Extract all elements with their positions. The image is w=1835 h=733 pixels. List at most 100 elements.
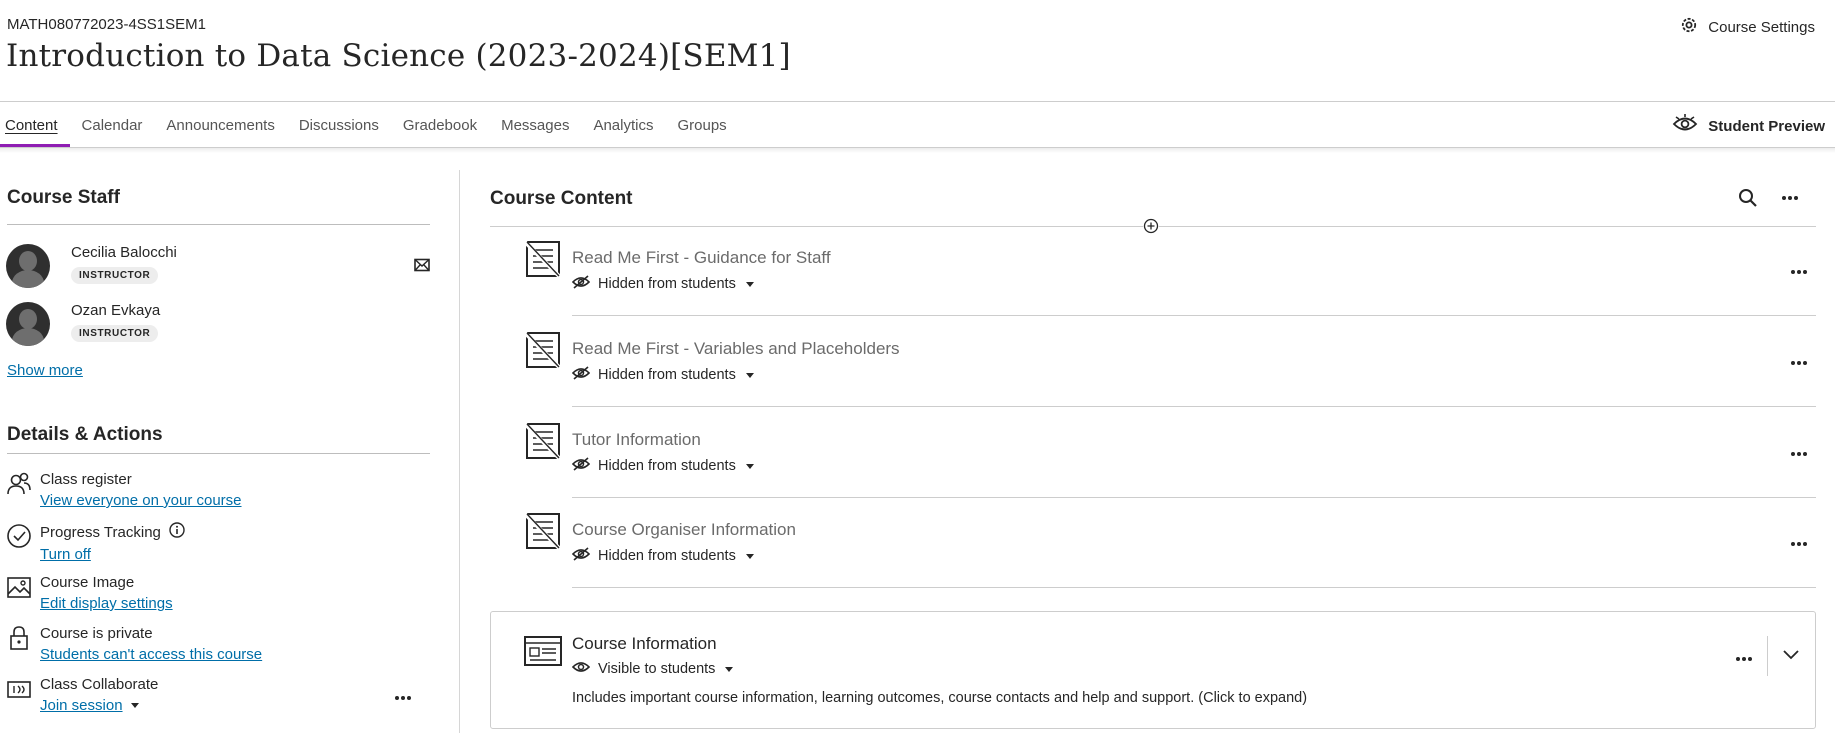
visibility-label: Hidden from students xyxy=(598,548,736,564)
course-private-label: Course is private xyxy=(40,625,153,642)
tab-groups[interactable]: Groups xyxy=(665,102,738,148)
eye-slash-icon xyxy=(571,547,591,565)
more-options-icon[interactable] xyxy=(1735,649,1753,667)
course-settings-label: Course Settings xyxy=(1708,18,1815,36)
show-more-link[interactable]: Show more xyxy=(7,362,83,379)
document-hidden-icon xyxy=(523,238,563,285)
content-item-title[interactable]: Read Me First - Variables and Placeholde… xyxy=(572,339,900,359)
role-badge: INSTRUCTOR xyxy=(71,267,159,284)
folder-separator xyxy=(1767,636,1768,676)
more-options-icon[interactable] xyxy=(1781,188,1799,213)
edit-display-settings-link[interactable]: Edit display settings xyxy=(40,595,173,612)
staff-member: Cecilia Balocchi INSTRUCTOR xyxy=(6,244,436,288)
caret-down-icon xyxy=(725,666,734,672)
class-collaborate-action: Class Collaborate Join session xyxy=(6,676,158,714)
folder-title[interactable]: Course Information xyxy=(572,634,717,654)
mail-icon[interactable] xyxy=(414,258,430,277)
visibility-dropdown[interactable]: Hidden from students xyxy=(571,547,754,565)
content-item-title[interactable]: Course Organiser Information xyxy=(572,520,796,540)
more-options-icon[interactable] xyxy=(1790,353,1808,371)
course-settings-button[interactable]: Course Settings xyxy=(1680,16,1815,38)
progress-tracking-label: Progress Tracking xyxy=(40,523,161,541)
student-preview-button[interactable]: Student Preview xyxy=(1672,114,1825,138)
caret-down-icon xyxy=(745,281,754,287)
check-circle-icon xyxy=(6,522,32,548)
document-hidden-icon xyxy=(523,420,563,467)
visibility-dropdown[interactable]: Hidden from students xyxy=(571,275,754,293)
caret-down-icon xyxy=(745,553,754,559)
eye-slash-icon xyxy=(571,275,591,293)
visibility-label: Hidden from students xyxy=(598,276,736,292)
view-everyone-link[interactable]: View everyone on your course xyxy=(40,492,242,509)
details-actions-heading: Details & Actions xyxy=(7,424,163,445)
avatar[interactable] xyxy=(6,244,50,288)
page-title: Introduction to Data Science (2023-2024)… xyxy=(6,38,791,74)
item-divider xyxy=(572,587,1816,588)
tabs-shadow xyxy=(0,148,1835,153)
staff-member: Ozan Evkaya INSTRUCTOR xyxy=(6,302,436,346)
tab-content[interactable]: Content xyxy=(0,102,70,148)
visibility-label: Hidden from students xyxy=(598,367,736,383)
more-options-icon[interactable] xyxy=(394,688,412,706)
content-item: Tutor Information Hidden from students xyxy=(520,408,1816,498)
tab-analytics[interactable]: Analytics xyxy=(581,102,665,148)
visibility-dropdown[interactable]: Hidden from students xyxy=(571,457,754,475)
visibility-label: Visible to students xyxy=(598,661,716,677)
folder-description: Includes important course information, l… xyxy=(572,690,1308,706)
content-item-title[interactable]: Tutor Information xyxy=(572,430,701,450)
content-item: Course Organiser Information Hidden from… xyxy=(520,498,1816,588)
image-icon xyxy=(6,574,32,600)
class-collaborate-label: Class Collaborate xyxy=(40,676,159,693)
eye-slash-icon xyxy=(571,366,591,384)
people-icon xyxy=(6,471,32,497)
item-divider xyxy=(572,315,1816,316)
search-icon[interactable] xyxy=(1738,188,1758,213)
gear-icon xyxy=(1680,16,1698,38)
staff-divider xyxy=(7,224,430,225)
class-register-label: Class register xyxy=(40,471,132,488)
content-item: Read Me First - Guidance for Staff Hidde… xyxy=(520,226,1816,316)
caret-down-icon[interactable] xyxy=(130,703,139,708)
lock-icon xyxy=(6,625,32,651)
more-options-icon[interactable] xyxy=(1790,262,1808,280)
tab-discussions[interactable]: Discussions xyxy=(287,102,391,148)
role-badge: INSTRUCTOR xyxy=(71,325,159,342)
more-options-icon[interactable] xyxy=(1790,444,1808,462)
course-private-action: Course is private Students can't access … xyxy=(6,625,262,663)
progress-tracking-action: Progress Tracking Turn off xyxy=(6,522,185,563)
folder-document-icon xyxy=(523,634,563,673)
staff-name[interactable]: Cecilia Balocchi xyxy=(71,244,177,261)
document-hidden-icon xyxy=(523,329,563,376)
content-item: Read Me First - Variables and Placeholde… xyxy=(520,317,1816,407)
course-tabs: Content Calendar Announcements Discussio… xyxy=(0,102,739,148)
visibility-dropdown[interactable]: Hidden from students xyxy=(571,366,754,384)
turn-off-link[interactable]: Turn off xyxy=(40,546,91,563)
join-session-link[interactable]: Join session xyxy=(40,697,123,714)
eye-slash-icon xyxy=(571,457,591,475)
more-options-icon[interactable] xyxy=(1790,534,1808,552)
eye-icon xyxy=(571,660,591,678)
avatar[interactable] xyxy=(6,302,50,346)
course-image-label: Course Image xyxy=(40,574,135,591)
content-item-title[interactable]: Read Me First - Guidance for Staff xyxy=(572,248,831,268)
tab-calendar[interactable]: Calendar xyxy=(70,102,155,148)
collaborate-icon xyxy=(6,676,32,702)
visibility-label: Hidden from students xyxy=(598,458,736,474)
eye-preview-icon xyxy=(1672,114,1698,138)
document-hidden-icon xyxy=(523,510,563,557)
item-divider xyxy=(572,406,1816,407)
course-staff-heading: Course Staff xyxy=(7,187,120,208)
panel-divider xyxy=(459,170,460,733)
chevron-down-icon[interactable] xyxy=(1782,648,1800,666)
info-icon[interactable] xyxy=(169,522,185,542)
content-folder[interactable]: Course Information Visible to students I… xyxy=(490,611,1816,729)
staff-name[interactable]: Ozan Evkaya xyxy=(71,302,160,319)
tab-messages[interactable]: Messages xyxy=(489,102,581,148)
tab-gradebook[interactable]: Gradebook xyxy=(391,102,489,148)
tab-announcements[interactable]: Announcements xyxy=(154,102,286,148)
course-content-heading: Course Content xyxy=(490,188,633,209)
course-image-action: Course Image Edit display settings xyxy=(6,574,173,612)
student-preview-label: Student Preview xyxy=(1708,117,1825,135)
students-cant-access-link[interactable]: Students can't access this course xyxy=(40,646,262,663)
visibility-dropdown[interactable]: Visible to students xyxy=(571,660,734,678)
